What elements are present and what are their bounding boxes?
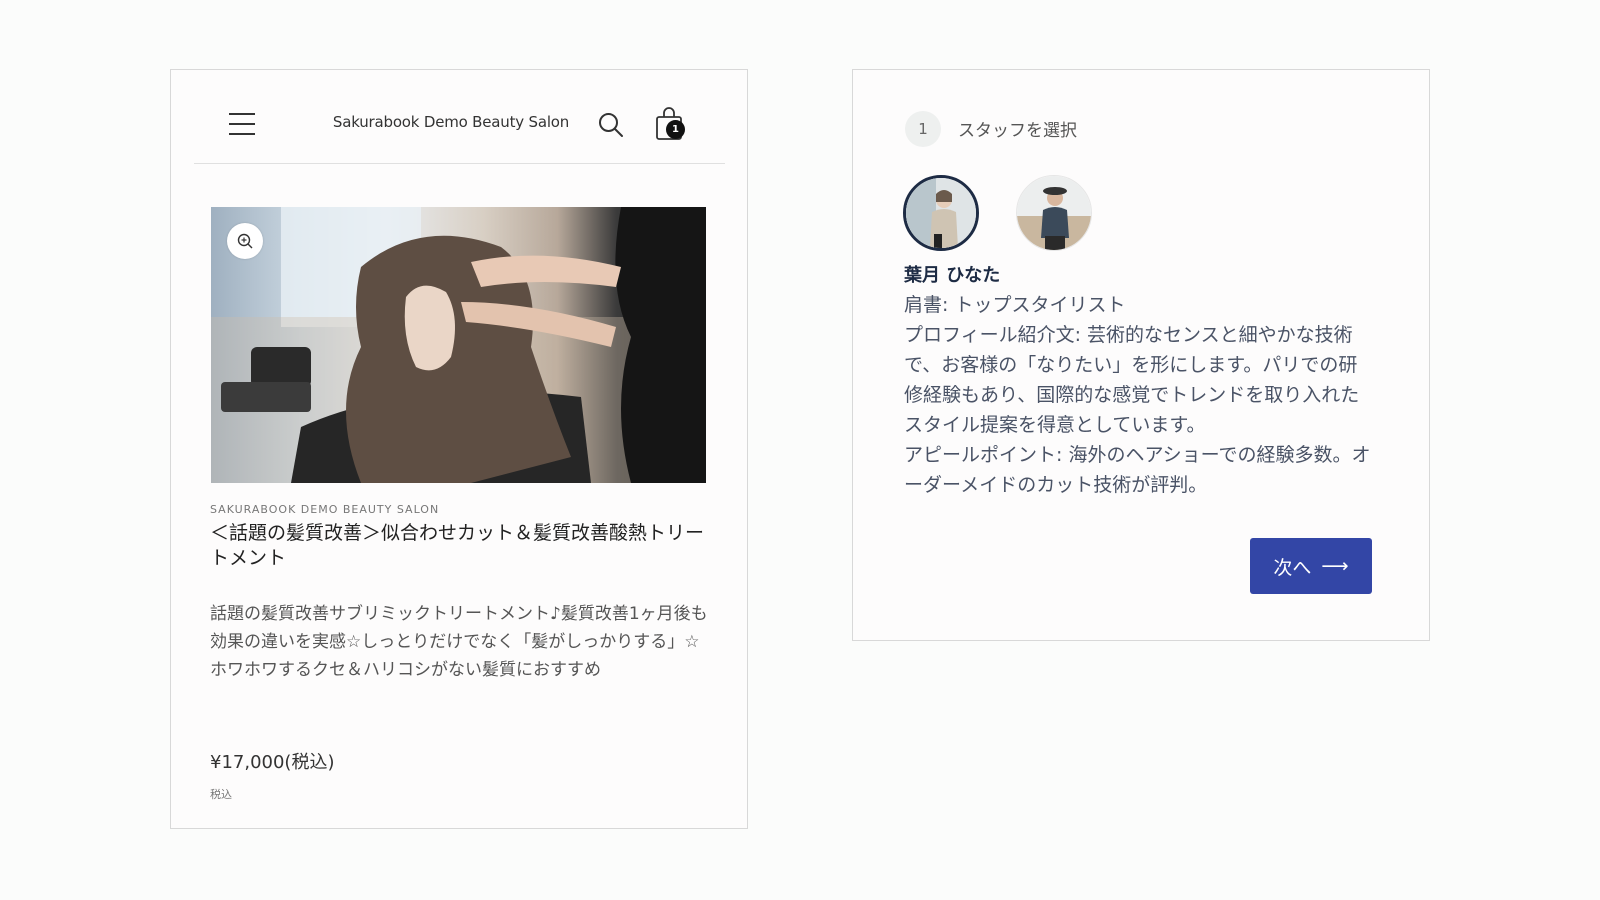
staff-appeal: アピールポイント: 海外のヘアショーでの経験多数。オーダーメイドのカット技術が評…	[904, 444, 1371, 496]
product-price: ¥17,000(税込)	[210, 752, 335, 773]
zoom-in-icon	[237, 233, 253, 249]
product-panel: Sakurabook Demo Beauty Salon 1 SAKURABOO…	[170, 69, 748, 829]
product-title: ＜話題の髪質改善＞似合わせカット＆髪質改善酸熱トリートメント	[210, 522, 705, 569]
staff-photo-2	[1017, 176, 1091, 250]
product-image[interactable]	[211, 207, 706, 483]
staff-avatar-selected[interactable]	[903, 175, 979, 251]
step-number-badge: 1	[905, 111, 941, 147]
header-divider	[194, 163, 725, 164]
store-logo[interactable]: Sakurabook Demo Beauty Salon	[321, 113, 581, 131]
staff-name: 葉月 ひなた	[904, 265, 1001, 286]
next-button-label: 次へ	[1273, 556, 1312, 579]
next-button[interactable]: 次へ ⟶	[1250, 538, 1372, 594]
product-description: 話題の髪質改善サブリミックトリートメント♪髪質改善1ヶ月後も効果の違いを実感☆し…	[210, 604, 708, 680]
cart-count-badge: 1	[666, 120, 685, 139]
booking-panel: 1 スタッフを選択 葉月 ひなた 肩書: トップスタイリスト プロフィール紹介文…	[852, 69, 1430, 641]
staff-profile: プロフィール紹介文: 芸術的なセンスと細やかな技術で、お客様の「なりたい」を形に…	[904, 324, 1360, 436]
zoom-button[interactable]	[227, 223, 263, 259]
arrow-right-icon: ⟶	[1321, 555, 1349, 577]
menu-icon[interactable]	[229, 113, 255, 135]
tax-note: 税込	[210, 788, 232, 801]
staff-avatar[interactable]	[1016, 175, 1092, 251]
step-label: スタッフを選択	[958, 121, 1077, 141]
staff-title: 肩書: トップスタイリスト	[904, 294, 1126, 316]
salon-photo	[211, 207, 706, 483]
staff-photo-1	[906, 178, 976, 248]
search-icon[interactable]	[597, 111, 625, 139]
staff-info: 肩書: トップスタイリスト プロフィール紹介文: 芸術的なセンスと細やかな技術で…	[904, 290, 1374, 500]
product-vendor: SAKURABOOK DEMO BEAUTY SALON	[210, 503, 440, 516]
